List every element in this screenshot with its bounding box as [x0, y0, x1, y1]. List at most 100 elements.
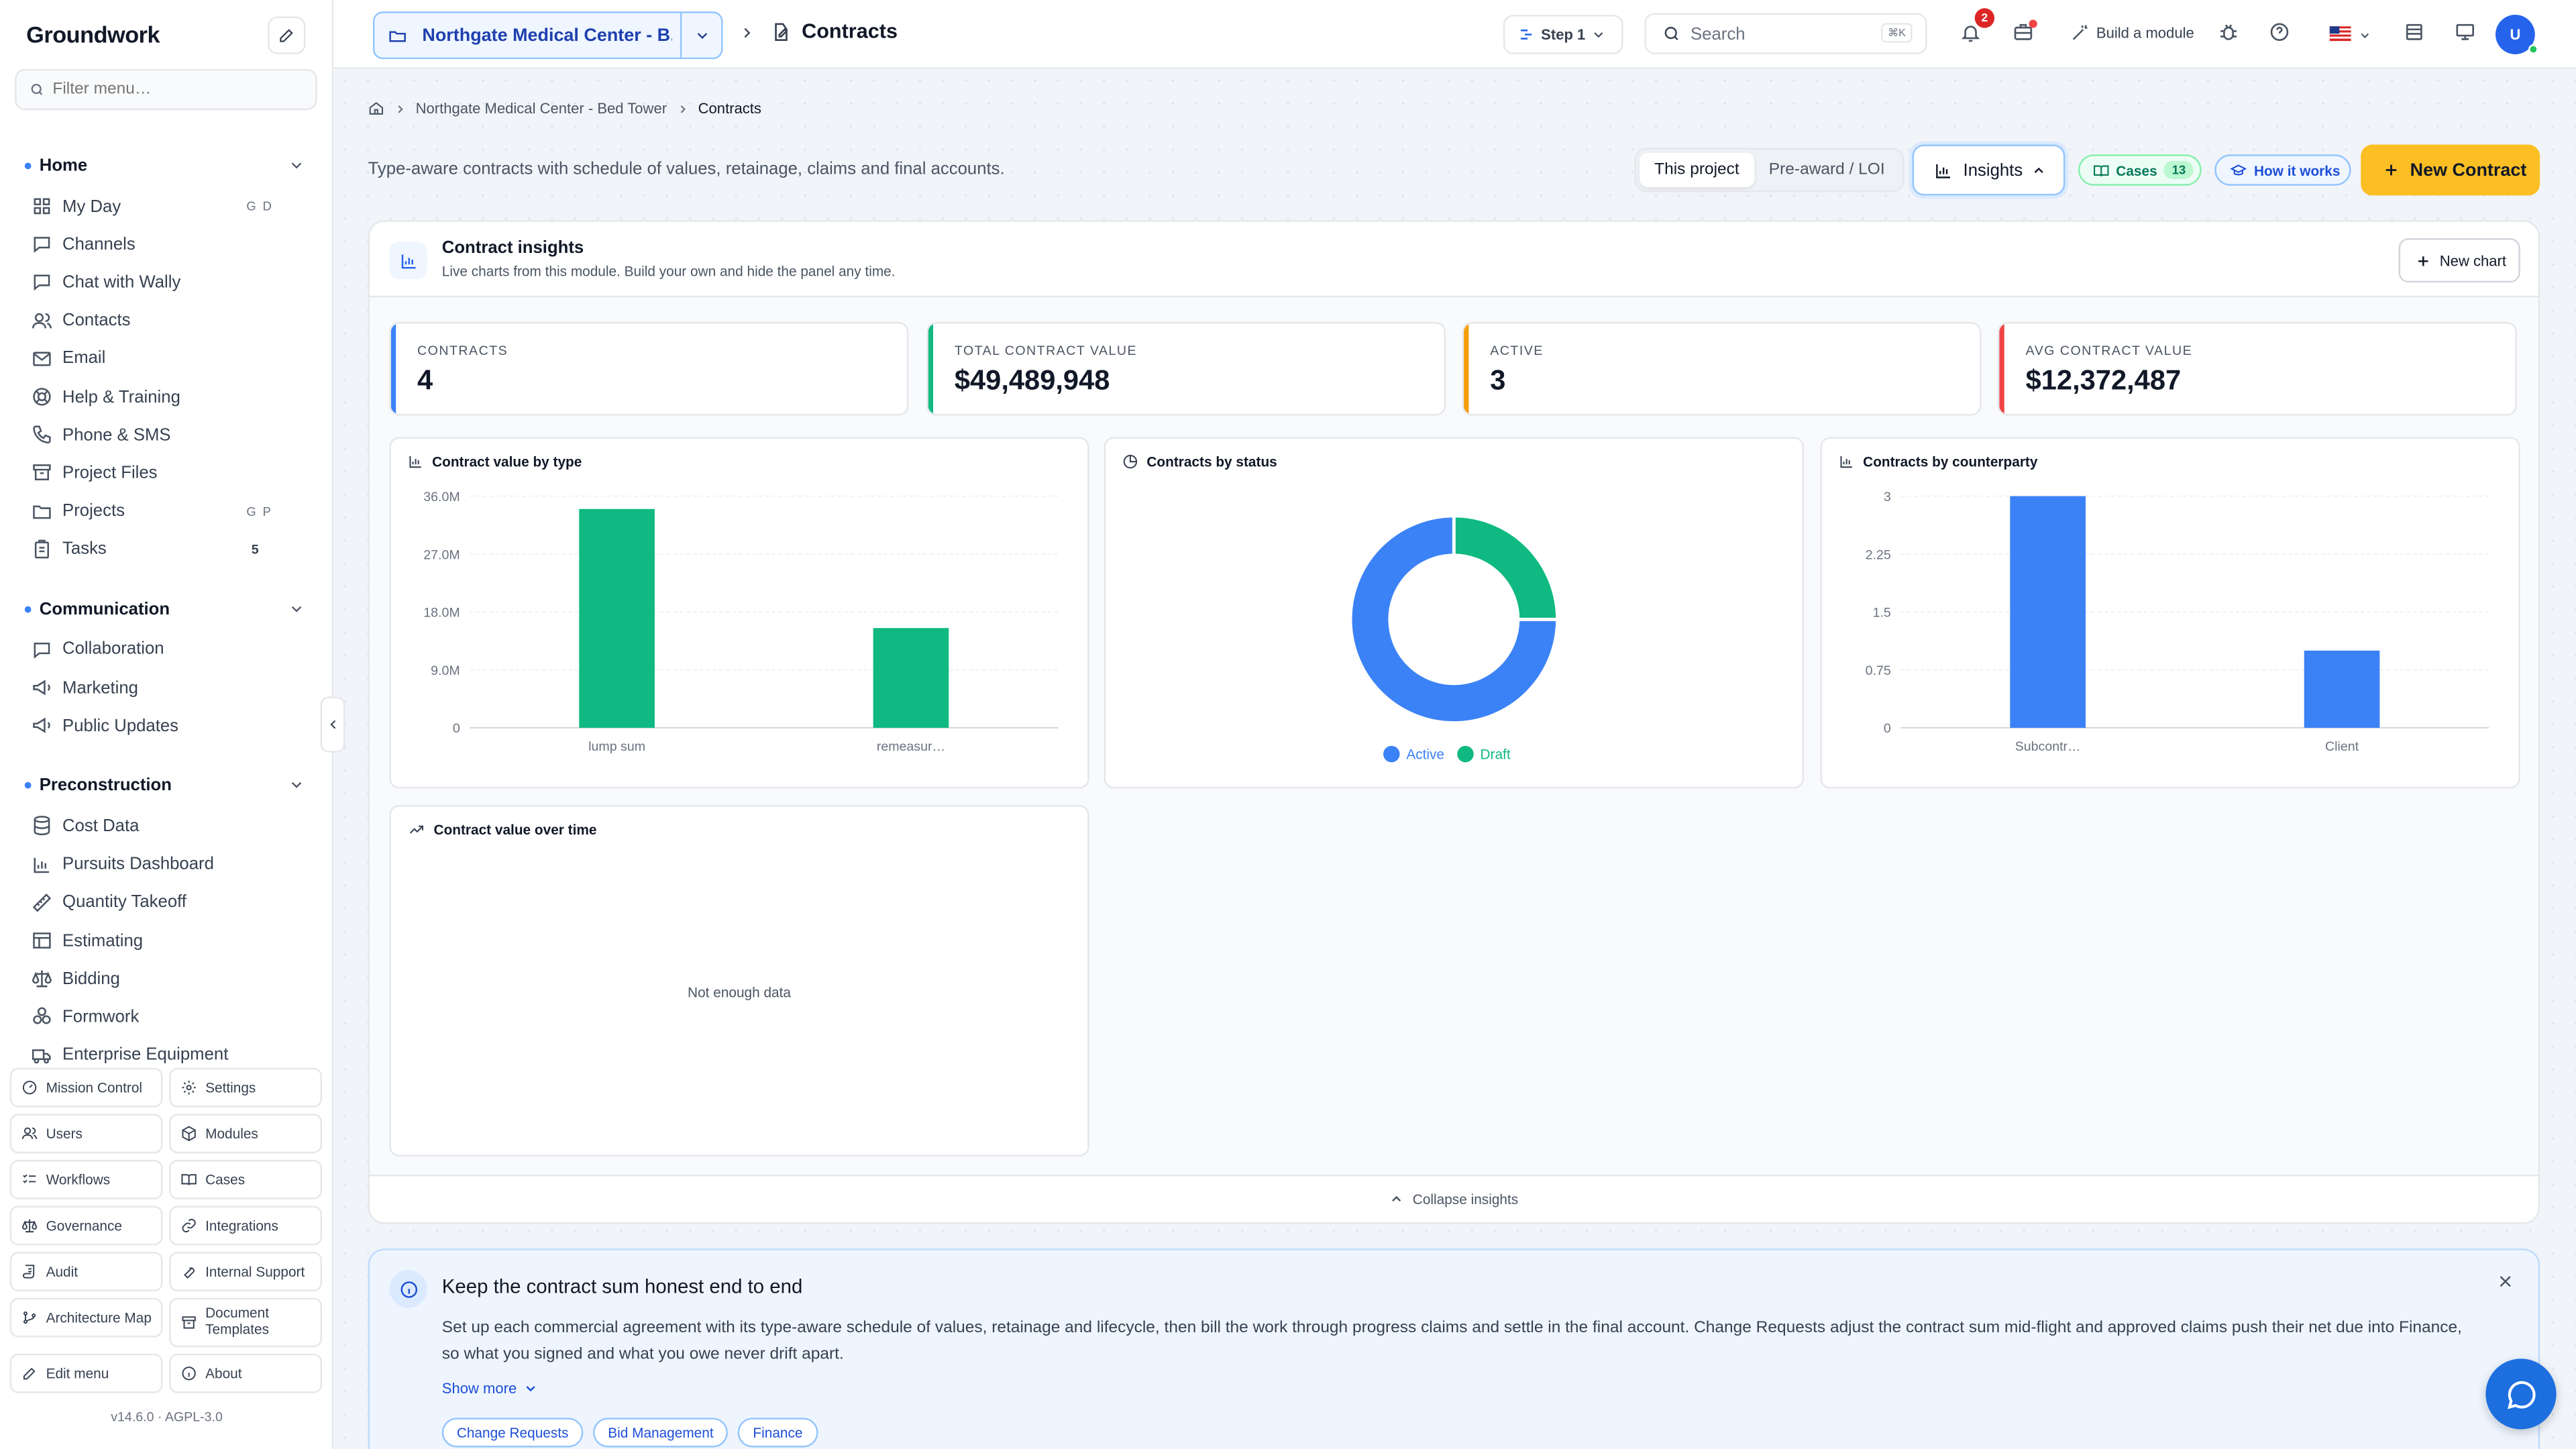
layout-list-icon[interactable]: [2404, 21, 2425, 43]
bar-client: [2304, 650, 2380, 728]
sidebar-item-formwork[interactable]: Formwork: [0, 998, 333, 1036]
search-icon: [31, 83, 43, 95]
sidebar-item-email[interactable]: Email: [0, 339, 333, 378]
sidebar-item-phone-sms[interactable]: Phone & SMS: [0, 416, 333, 454]
search-icon: [1664, 26, 1678, 41]
bar-lump-sum: [579, 508, 655, 728]
folder-icon: [33, 504, 51, 519]
new-contract-button[interactable]: New Contract: [2361, 144, 2540, 196]
sidebar-item-chat-with-wally[interactable]: Chat with Wally: [0, 264, 333, 302]
how-it-works-button[interactable]: How it works: [2214, 154, 2351, 186]
sidebar-collapse-handle[interactable]: [320, 696, 345, 753]
section-communication[interactable]: Communication: [0, 588, 333, 631]
sidebar-item-quantity-takeoff[interactable]: Quantity Takeoff: [0, 883, 333, 922]
section-dot: [24, 162, 32, 170]
home-icon[interactable]: [368, 100, 384, 116]
section-home[interactable]: Home: [0, 145, 333, 188]
chart-contracts-by-counterparty: 0 0.75 1.5 2.25 3 Subcontr… Client Contracts b…: [1820, 437, 2520, 789]
legend-swatch: [1457, 745, 1474, 763]
edit-menu-button[interactable]: [268, 16, 306, 54]
ruler-icon: [32, 893, 52, 912]
edit-menu-button[interactable]: Edit menu: [9, 1353, 163, 1393]
global-search[interactable]: Search ⌘K: [1644, 13, 1927, 54]
sidebar-item-channels[interactable]: Channels: [0, 225, 333, 264]
document-templates-button[interactable]: Document Templates: [169, 1297, 323, 1348]
breadcrumb-project[interactable]: Northgate Medical Center - Bed Tower: [416, 100, 667, 116]
sidebar-item-tasks[interactable]: Tasks 5: [0, 530, 333, 568]
project-selector[interactable]: Northgate Medical Center - B...: [372, 11, 723, 60]
new-chart-button[interactable]: New chart: [2398, 238, 2520, 283]
bug-icon[interactable]: [2218, 21, 2239, 43]
audit-button[interactable]: Audit: [9, 1252, 163, 1291]
cases-button[interactable]: Cases 13: [2078, 154, 2202, 186]
show-more-button[interactable]: Show more: [442, 1380, 537, 1397]
modules-button[interactable]: Modules: [169, 1114, 323, 1154]
sidebar-item-contacts[interactable]: Contacts: [0, 302, 333, 340]
online-status-dot: [2528, 44, 2538, 54]
sidebar-item-bidding[interactable]: Bidding: [0, 960, 333, 998]
folder-open-icon: [389, 31, 406, 42]
governance-button[interactable]: Governance: [9, 1205, 163, 1246]
step-selector[interactable]: Step 1: [1503, 15, 1623, 54]
tab-pre-award[interactable]: Pre-award / LOI: [1754, 153, 1900, 187]
sidebar-item-label: Estimating: [62, 930, 144, 951]
archive-icon: [33, 464, 51, 481]
clipboard-icon: [34, 539, 49, 558]
sidebar-item-cost-data[interactable]: Cost Data: [0, 808, 333, 846]
sidebar-item-help-training[interactable]: Help & Training: [0, 378, 333, 416]
sidebar-item-public-updates[interactable]: Public Updates: [0, 707, 333, 745]
button-label: Workflows: [46, 1171, 111, 1188]
integrations-button[interactable]: Integrations: [169, 1205, 323, 1246]
sidebar-item-collaboration[interactable]: Collaboration: [0, 631, 333, 669]
sidebar-item-marketing[interactable]: Marketing: [0, 669, 333, 707]
tab-this-project[interactable]: This project: [1640, 152, 1754, 188]
sidebar-item-estimating[interactable]: Estimating: [0, 922, 333, 960]
sidebar-item-projects[interactable]: Projects G P: [0, 492, 333, 530]
chat-support-button[interactable]: [2485, 1358, 2557, 1430]
chip-bid-management[interactable]: Bid Management: [593, 1417, 729, 1448]
gauge-icon: [22, 1081, 37, 1095]
y-tick-label: 0.75: [1866, 663, 1891, 678]
y-tick-label: 0: [1884, 721, 1891, 736]
build-module-button[interactable]: Build a module: [2070, 23, 2194, 42]
chip-change-requests[interactable]: Change Requests: [441, 1417, 584, 1448]
settings-button[interactable]: Settings: [169, 1067, 323, 1108]
architecture-map-button[interactable]: Architecture Map: [9, 1297, 163, 1338]
page-title: Contracts: [771, 19, 898, 43]
button-label: Users: [46, 1125, 83, 1142]
filter-menu-input[interactable]: [52, 80, 299, 99]
sidebar-item-enterprise-equipment[interactable]: Enterprise Equipment: [0, 1036, 333, 1065]
cases-button[interactable]: Cases: [169, 1159, 323, 1199]
button-label: Modules: [205, 1125, 258, 1142]
breadcrumb-current: Contracts: [698, 100, 761, 117]
chip-finance[interactable]: Finance: [738, 1417, 818, 1448]
section-title: Home: [39, 156, 88, 176]
sidebar-item-pursuits-dashboard[interactable]: Pursuits Dashboard: [0, 845, 333, 883]
internal-support-button[interactable]: Internal Support: [169, 1252, 323, 1291]
us-flag-icon[interactable]: [2329, 26, 2351, 42]
sidebar-item-label: Tasks: [62, 539, 107, 559]
bar-chart-by-type: 0 9.0M 18.0M 27.0M 36.0M lump sum remeasur…: [423, 490, 1059, 754]
about-button[interactable]: About: [169, 1353, 323, 1393]
workflows-button[interactable]: Workflows: [9, 1159, 163, 1199]
chevron-down-icon: [291, 162, 302, 169]
help-icon[interactable]: [2269, 21, 2290, 43]
filter-menu[interactable]: [15, 68, 317, 111]
steps-icon: [1520, 30, 1532, 40]
mission-control-button[interactable]: Mission Control: [9, 1067, 163, 1108]
users-button[interactable]: Users: [9, 1114, 163, 1154]
section-preconstruction[interactable]: Preconstruction: [0, 765, 333, 808]
collapse-insights-button[interactable]: Collapse insights: [370, 1175, 2538, 1223]
monitor-icon[interactable]: [2455, 21, 2476, 43]
chevron-down-icon[interactable]: [2359, 30, 2371, 41]
brand-logo[interactable]: Groundwork: [26, 21, 160, 48]
version-info: v14.6.0 · AGPL-3.0: [111, 1409, 223, 1425]
sidebar-item-my-day[interactable]: My Day G D: [0, 187, 333, 225]
donut-chart-by-status: Active Draft: [1348, 514, 1560, 763]
insights-toggle-button[interactable]: Insights: [1912, 144, 2065, 196]
project-dropdown-button[interactable]: [680, 13, 721, 58]
sidebar-item-project-files[interactable]: Project Files: [0, 454, 333, 492]
sidebar-item-label: Email: [62, 349, 106, 369]
close-icon[interactable]: [2497, 1273, 2513, 1289]
